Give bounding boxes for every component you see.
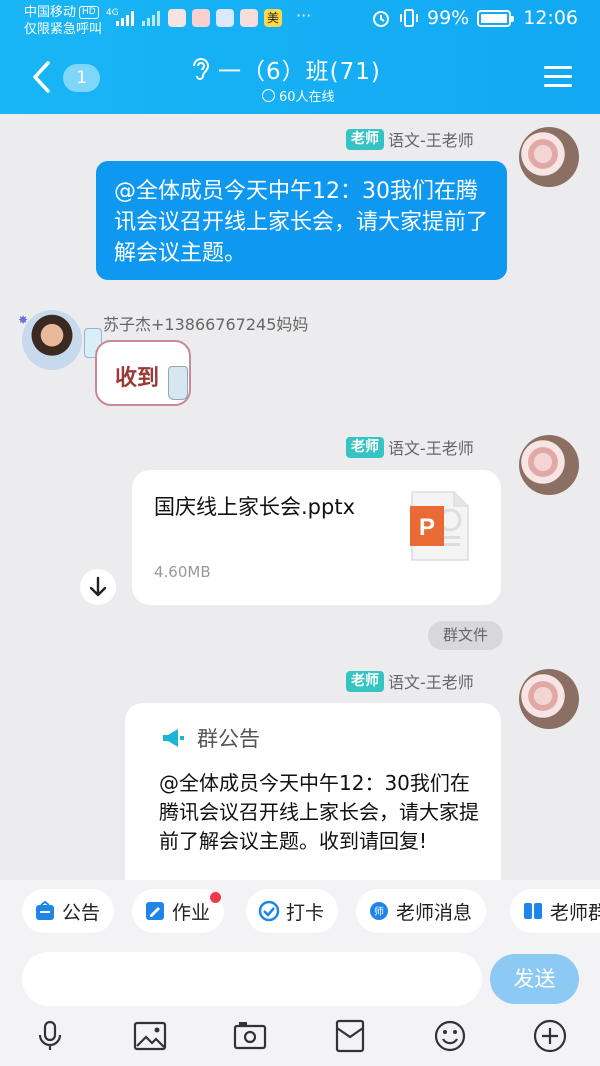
group-title[interactable]: 一（6）班(71) [218,52,381,86]
book-icon [168,9,186,27]
shortcut-notice[interactable]: 公告 [22,889,115,933]
svg-text:师: 师 [374,905,384,918]
file-name: 国庆线上家长会.pptx [154,495,355,519]
hd-badge: HD [79,6,99,19]
shortcut-teacher-msg[interactable]: 师 老师消息 [356,889,487,933]
bulb-icon [216,9,234,27]
online-count[interactable]: 60人在线 [262,86,335,105]
battery-icon [477,9,515,27]
sender-name: 老师 语文-王老师 [346,669,474,693]
back-arrow-icon[interactable] [30,60,52,94]
sender-name: 老师 语文-王老师 [346,127,474,151]
announcement-card[interactable]: 群公告 @全体成员今天中午12：30我们在腾讯会议召开线上家长会，请大家提前了解… [125,703,501,893]
checkin-icon [258,900,280,922]
vibrate-icon [400,9,418,27]
shortcut-label: 作业 [172,901,211,924]
download-arrow-icon [89,576,107,597]
status-bar: 中国移动 HD 仅限紧急呼叫 4G 美 ··· 99% 12:06 [0,0,600,42]
carrier-name: 中国移动 [24,5,77,20]
shortcut-bar: 公告 作业 打卡 师 老师消息 老师群 [0,880,600,944]
meituan-icon: 美 [264,9,282,27]
chevron-down-icon [262,89,275,102]
shortcut-label: 老师消息 [396,901,473,924]
announcement-text: @全体成员今天中午12：30我们在腾讯会议召开线上家长会，请大家提前了解会议主题… [159,771,479,853]
sender-label: 语文-王老师 [388,439,474,458]
shortcut-label: 公告 [62,901,101,924]
shortcut-homework[interactable]: 作业 [132,889,225,933]
teacher-tag: 老师 [346,128,384,150]
image-icon[interactable] [132,1018,168,1054]
sender-label: 语文-王老师 [388,673,474,692]
sender-label: 语文-王老师 [388,131,474,150]
teacher-chat-icon: 师 [370,902,388,920]
download-button[interactable] [80,569,116,605]
red-envelope-icon[interactable] [332,1018,368,1054]
shortcut-checkin[interactable]: 打卡 [246,889,339,933]
notice-icon [36,900,54,920]
signal2-icon [142,10,160,26]
teacher-avatar[interactable] [519,435,579,495]
online-label: 60人在线 [279,90,335,105]
clock-time: 12:06 [523,7,578,29]
red-dot-badge [210,892,222,903]
send-button[interactable]: 发送 [490,954,579,1004]
teacher-tag: 老师 [346,670,384,692]
message-input[interactable] [22,952,482,1006]
status-right: 99% 12:06 [371,7,578,29]
svg-text:P: P [419,514,435,541]
homework-icon [146,902,164,920]
teacher-avatar[interactable] [519,669,579,729]
title-bar: 中国移动 HD 仅限紧急呼叫 4G 美 ··· 99% 12:06 1 一（6）班… [0,0,600,114]
bottle-sticker-icon [168,366,188,400]
notification-icons: 美 [168,9,282,27]
teacher-avatar[interactable] [519,127,579,187]
more-notifications: ··· [296,6,312,25]
file-card[interactable]: 国庆线上家长会.pptx 4.60MB P [132,470,501,605]
unread-badge[interactable]: 1 [63,64,100,92]
carrier-info: 中国移动 HD 仅限紧急呼叫 [24,4,102,38]
alarm-icon [373,11,389,27]
file-size: 4.60MB [154,563,211,581]
carrier-sub: 仅限紧急呼叫 [24,22,103,37]
plus-icon[interactable] [532,1018,568,1054]
teacher-group-icon [524,903,542,919]
input-bar: 发送 [0,944,600,1066]
menu-icon[interactable] [544,66,572,88]
sender-name: 老师 语文-王老师 [346,435,474,459]
megaphone-icon [163,729,184,747]
battery-percent: 99% [427,7,470,29]
announcement-title: 群公告 [197,727,260,751]
teacher-tag: 老师 [346,436,384,458]
microphone-icon[interactable] [32,1018,68,1054]
sender-name: 苏子杰+13866767245妈妈 [103,315,309,334]
box-icon [240,9,258,27]
gift-icon [192,9,210,27]
group-file-label[interactable]: 群文件 [428,621,503,650]
ear-icon[interactable] [190,56,210,82]
emoji-icon[interactable] [432,1018,468,1054]
shortcut-label: 老师群 [550,901,600,924]
shortcut-label: 打卡 [286,901,325,924]
powerpoint-file-icon: P [410,491,469,561]
camera-icon[interactable] [232,1018,268,1054]
parent-avatar[interactable] [22,310,82,370]
shortcut-teacher-group[interactable]: 老师群 [510,889,600,933]
signal-icon [116,10,134,26]
message-bubble[interactable]: @全体成员今天中午12：30我们在腾讯会议召开线上家长会，请大家提前了解会议主题… [96,161,507,280]
